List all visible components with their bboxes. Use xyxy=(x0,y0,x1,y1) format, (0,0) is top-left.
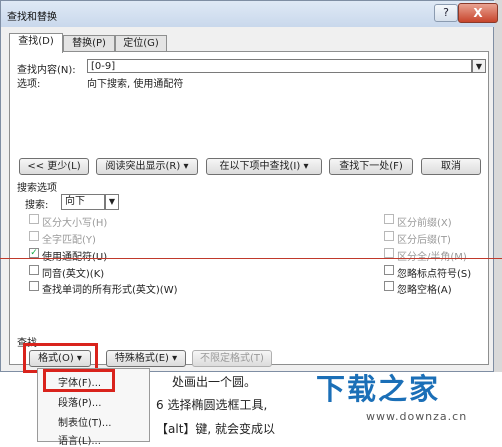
watermark-brand: 下载之家 xyxy=(316,372,441,406)
sounds-like-label: 同音(英文)(K) xyxy=(42,269,105,280)
match-prefix-label: 区分前缀(X) xyxy=(397,218,452,229)
match-prefix-checkbox[interactable] xyxy=(384,214,394,224)
help-button[interactable]: ? xyxy=(434,4,458,22)
tab-goto[interactable]: 定位(G) xyxy=(115,35,167,52)
format-button[interactable]: 格式(O) ▾ xyxy=(29,350,91,367)
find-next-button[interactable]: 查找下一处(F) xyxy=(329,158,413,175)
menu-item-paragraph[interactable]: 段落(P)... xyxy=(58,394,101,409)
tab-replace[interactable]: 替换(P) xyxy=(63,35,115,52)
search-direction-label: 搜索: xyxy=(25,200,49,211)
cancel-button[interactable]: 取消 xyxy=(421,158,481,175)
close-button[interactable]: X xyxy=(458,3,498,23)
menu-item-tabs[interactable]: 制表位(T)... xyxy=(58,414,111,429)
reading-highlight-button[interactable]: 阅读突出显示(R) ▾ xyxy=(96,158,198,175)
all-word-forms-checkbox[interactable] xyxy=(29,281,39,291)
all-word-forms-label: 查找单词的所有形式(英文)(W) xyxy=(42,285,178,296)
find-replace-dialog: 查找和替换 ? X 查找(D) 替换(P) 定位(G) 查找内容(N): [0-… xyxy=(0,0,498,373)
match-width-checkbox[interactable] xyxy=(384,248,394,258)
document-line: 6 选择椭圆选框工具, xyxy=(156,398,268,412)
menu-item-language[interactable]: 语言(L)... xyxy=(58,432,101,447)
match-suffix-checkbox[interactable] xyxy=(384,231,394,241)
title-bar[interactable]: 查找和替换 ? X xyxy=(1,1,498,27)
wildcards-label: 使用通配符(U) xyxy=(42,248,107,263)
ignore-whitespace-label: 忽略空格(A) xyxy=(397,285,452,296)
whole-word-label: 全字匹配(Y) xyxy=(42,235,96,246)
dialog-title: 查找和替换 xyxy=(7,12,57,23)
menu-item-font[interactable]: 字体(F)... xyxy=(58,374,101,389)
match-case-checkbox[interactable] xyxy=(29,214,39,224)
wildcards-checkbox[interactable]: ✓ xyxy=(29,248,39,258)
ignore-punctuation-label: 忽略标点符号(S) xyxy=(397,269,472,280)
document-line: 处画出一个圆。 xyxy=(172,375,257,389)
find-what-input[interactable]: [0-9] xyxy=(87,59,472,73)
search-options-header: 搜索选项 xyxy=(17,183,57,194)
options-value: 向下搜索, 使用通配符 xyxy=(87,79,184,90)
document-line: 【alt】键, 就会变成以 xyxy=(156,422,276,436)
annotation-red-line xyxy=(0,258,502,259)
special-format-button[interactable]: 特殊格式(E) ▾ xyxy=(106,350,186,367)
find-history-dropdown[interactable]: ▼ xyxy=(472,59,486,73)
match-case-label: 区分大小写(H) xyxy=(42,218,108,229)
whole-word-checkbox[interactable] xyxy=(29,231,39,241)
match-suffix-label: 区分后缀(T) xyxy=(397,235,451,246)
window-edge xyxy=(494,0,502,372)
watermark-url: www.downza.cn xyxy=(366,410,468,423)
find-what-label: 查找内容(N): xyxy=(17,65,76,76)
chevron-down-icon[interactable]: ▼ xyxy=(105,194,119,210)
sounds-like-checkbox[interactable] xyxy=(29,265,39,275)
ignore-punctuation-checkbox[interactable] xyxy=(384,265,394,275)
find-in-button[interactable]: 在以下项中查找(I) ▾ xyxy=(206,158,322,175)
options-label: 选项: xyxy=(17,79,41,90)
tab-find[interactable]: 查找(D) xyxy=(9,33,63,53)
search-direction-select[interactable]: 向下 xyxy=(61,194,105,210)
match-width-label: 区分全/半角(M) xyxy=(397,248,467,263)
ignore-whitespace-checkbox[interactable] xyxy=(384,281,394,291)
no-formatting-button[interactable]: 不限定格式(T) xyxy=(192,350,272,367)
less-button[interactable]: << 更少(L) xyxy=(19,158,89,175)
